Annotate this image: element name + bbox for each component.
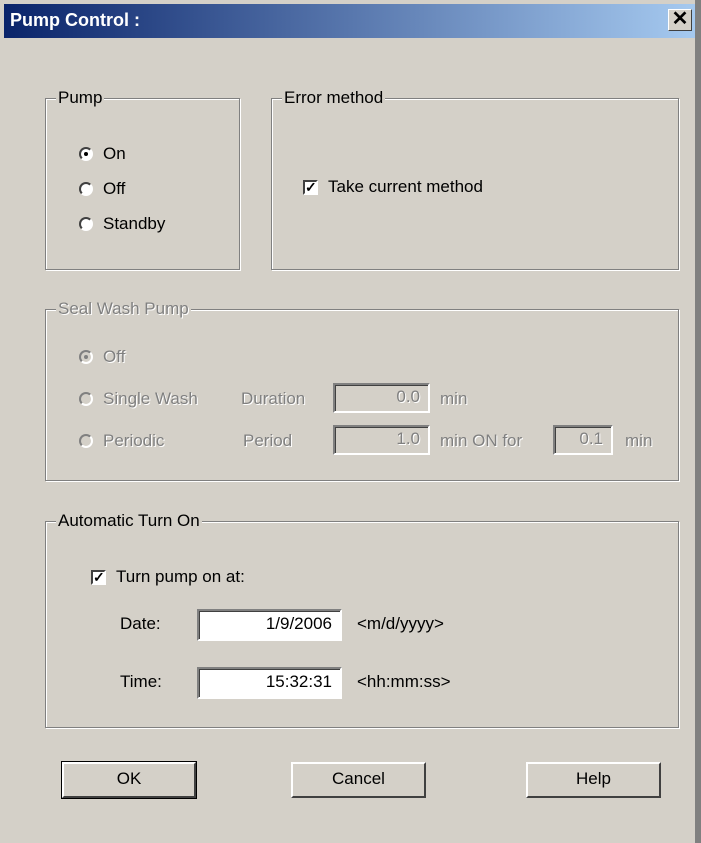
window-border [695,0,701,843]
pump-group-legend: Pump [56,88,105,108]
single-wash-label: Single Wash [103,389,198,408]
pump-off-radio[interactable]: Off [79,179,125,199]
on-for-field: 0.1 [553,425,613,455]
checkbox-checked-icon: ✓ [303,178,318,195]
time-format-hint: <hh:mm:ss> [357,672,451,691]
pump-off-label: Off [103,179,126,198]
duration-field: 0.0 [333,383,430,413]
title-bar[interactable]: Pump Control : ✕ [4,4,697,38]
error-method-legend: Error method [282,88,386,108]
periodic-label: Periodic [103,431,165,450]
on-for-unit: min [625,431,653,450]
date-format-hint: <m/d/yyyy> [357,614,444,633]
take-current-method-checkbox[interactable]: ✓ Take current method [303,177,483,197]
close-button[interactable]: ✕ [668,9,692,31]
turn-pump-on-label: Turn pump on at: [116,567,245,586]
radio-selected-icon [79,147,93,161]
seal-wash-group: Seal Wash Pump Off Single Wash Duration … [45,299,679,481]
on-for-label: min ON for [440,431,523,450]
take-current-method-label: Take current method [328,177,483,196]
time-label: Time: [120,672,162,691]
pump-standby-label: Standby [103,214,166,233]
radio-unselected-icon [79,182,93,196]
automatic-turn-on-legend: Automatic Turn On [56,511,202,531]
error-method-group: Error method ✓ Take current method [271,88,679,270]
period-field: 1.0 [333,425,430,455]
seal-wash-off-radio: Off [79,347,125,367]
cancel-button[interactable]: Cancel [291,762,426,798]
ok-button[interactable]: OK [61,761,197,799]
single-wash-radio: Single Wash [79,389,198,409]
window-title: Pump Control : [10,10,140,30]
pump-on-radio[interactable]: On [79,144,126,164]
pump-control-dialog: Pump Control : ✕ Pump On Off Standby Err… [0,0,701,843]
pump-standby-radio[interactable]: Standby [79,214,165,234]
checkbox-checked-icon: ✓ [91,568,106,585]
period-label: Period [243,431,293,450]
pump-group: Pump On Off Standby [45,88,240,270]
radio-selected-icon [79,350,93,364]
pump-on-label: On [103,144,126,163]
periodic-radio: Periodic [79,431,164,451]
automatic-turn-on-group: Automatic Turn On ✓ Turn pump on at: Dat… [45,511,679,728]
duration-label: Duration [241,389,306,408]
close-icon: ✕ [671,8,689,30]
turn-pump-on-checkbox[interactable]: ✓ Turn pump on at: [91,567,245,587]
radio-unselected-icon [79,434,93,448]
seal-wash-off-label: Off [103,347,126,366]
date-input[interactable]: 1/9/2006 [197,609,342,641]
radio-unselected-icon [79,392,93,406]
radio-unselected-icon [79,217,93,231]
date-label: Date: [120,614,161,633]
help-button[interactable]: Help [526,762,661,798]
time-input[interactable]: 15:32:31 [197,667,342,699]
duration-unit: min [440,389,468,408]
seal-wash-legend: Seal Wash Pump [56,299,191,319]
